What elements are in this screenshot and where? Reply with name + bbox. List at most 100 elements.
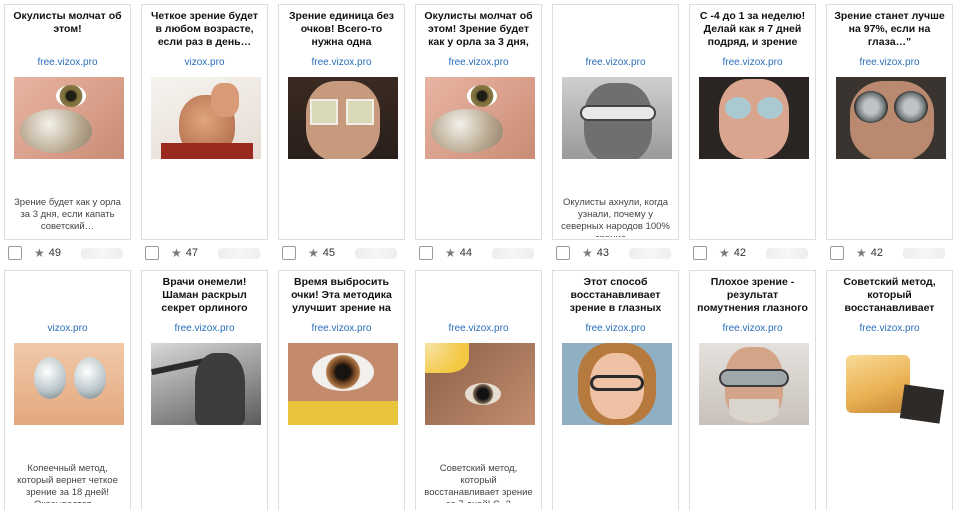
- ad-card[interactable]: free.vizox.pro Окулисты ахнули, когда узн…: [552, 4, 679, 240]
- ad-description[interactable]: Копеечный метод, который вернет четкое з…: [11, 463, 124, 503]
- select-checkbox[interactable]: [830, 246, 844, 260]
- ad-description[interactable]: [422, 197, 535, 237]
- thumbnail-shape: [584, 83, 652, 159]
- ad-domain-link[interactable]: free.vizox.pro: [553, 323, 678, 335]
- ad-description[interactable]: [696, 197, 809, 237]
- select-checkbox[interactable]: [8, 246, 22, 260]
- ad-domain-link[interactable]: free.vizox.pro: [416, 323, 541, 335]
- thumbnail-shape: [725, 97, 751, 119]
- thumbnail-shape: [465, 383, 501, 405]
- ad-grid: Окулисты молчат об этом! free.vizox.pro Зр…: [4, 4, 953, 510]
- ad-domain-link[interactable]: vizox.pro: [5, 323, 130, 335]
- rating-count: 42: [733, 247, 747, 259]
- ad-thumbnail[interactable]: [288, 343, 398, 425]
- ad-title[interactable]: [11, 276, 124, 316]
- ad-card[interactable]: С -4 до 1 за неделю! Делай как я 7 дней …: [689, 4, 816, 240]
- ad-card[interactable]: Окулисты молчат об этом! Зрение будет ка…: [415, 4, 542, 240]
- blurred-label: [218, 247, 261, 259]
- thumbnail-shape: [161, 143, 253, 159]
- ad-title[interactable]: [422, 276, 535, 316]
- ad-card[interactable]: vizox.pro Копеечный метод, который вернет…: [4, 270, 131, 510]
- ad-domain-link[interactable]: free.vizox.pro: [416, 57, 541, 69]
- card-footer: ★ 47: [141, 242, 268, 264]
- ad-title[interactable]: Этот способ восстанавливает зрение в гла…: [559, 276, 672, 316]
- ad-card[interactable]: Время выбросить очки! Эта методика улучш…: [278, 270, 405, 510]
- ad-domain-link[interactable]: free.vizox.pro: [827, 57, 952, 69]
- star-icon: ★: [308, 246, 319, 260]
- ad-title[interactable]: Окулисты молчат об этом! Зрение будет ка…: [422, 10, 535, 50]
- ad-description[interactable]: Советский метод, который восстанавливает…: [422, 463, 535, 503]
- ad-description[interactable]: [559, 463, 672, 503]
- ad-title[interactable]: [559, 10, 672, 50]
- thumbnail-shape: [580, 105, 656, 121]
- ad-title[interactable]: Четкое зрение будет в любом возрасте, ес…: [148, 10, 261, 50]
- ad-thumbnail[interactable]: [14, 343, 124, 425]
- rating-count: 44: [459, 247, 473, 259]
- ad-description[interactable]: [696, 463, 809, 503]
- ad-description[interactable]: [148, 463, 261, 503]
- ad-thumbnail[interactable]: [699, 343, 809, 425]
- ad-domain-link[interactable]: vizox.pro: [142, 57, 267, 69]
- ad-row: vizox.pro Копеечный метод, который вернет…: [4, 270, 953, 510]
- ad-description[interactable]: [833, 197, 946, 237]
- ad-thumbnail[interactable]: [699, 77, 809, 159]
- ad-title[interactable]: Время выбросить очки! Эта методика улучш…: [285, 276, 398, 316]
- ad-card[interactable]: Советский метод, который восстанавливает…: [826, 270, 953, 510]
- ad-thumbnail[interactable]: [425, 343, 535, 425]
- select-checkbox[interactable]: [145, 246, 159, 260]
- ad-card[interactable]: Окулисты молчат об этом! free.vizox.pro Зр…: [4, 4, 131, 240]
- ad-description[interactable]: [833, 463, 946, 503]
- ad-thumbnail[interactable]: [151, 77, 261, 159]
- rating-count: 47: [185, 247, 199, 259]
- ad-title[interactable]: Плохое зрение - результат помутнения гла…: [696, 276, 809, 316]
- select-checkbox[interactable]: [556, 246, 570, 260]
- ad-description[interactable]: Окулисты ахнули, когда узнали, почему у …: [559, 197, 672, 237]
- ad-card[interactable]: Этот способ восстанавливает зрение в гла…: [552, 270, 679, 510]
- ad-title[interactable]: Врачи онемели! Шаман раскрыл секрет орли…: [148, 276, 261, 316]
- ad-card[interactable]: Четкое зрение будет в любом возрасте, ес…: [141, 4, 268, 240]
- select-checkbox[interactable]: [419, 246, 433, 260]
- ad-title[interactable]: Советский метод, который восстанавливает: [833, 276, 946, 316]
- thumbnail-shape: [56, 85, 86, 107]
- ad-domain-link[interactable]: free.vizox.pro: [690, 323, 815, 335]
- ad-description[interactable]: [285, 197, 398, 237]
- thumbnail-shape: [425, 343, 469, 373]
- ad-thumbnail[interactable]: [562, 343, 672, 425]
- ad-domain-link[interactable]: free.vizox.pro: [553, 57, 678, 69]
- ad-card[interactable]: Зрение единица без очков! Всего-то нужна…: [278, 4, 405, 240]
- ad-domain-link[interactable]: free.vizox.pro: [279, 57, 404, 69]
- ad-description[interactable]: Зрение будет как у орла за 3 дня, если к…: [11, 197, 124, 237]
- thumbnail-shape: [899, 384, 945, 424]
- ad-thumbnail[interactable]: [836, 77, 946, 159]
- ad-title[interactable]: Окулисты молчат об этом!: [11, 10, 124, 50]
- ad-thumbnail[interactable]: [14, 77, 124, 159]
- select-checkbox[interactable]: [693, 246, 707, 260]
- ad-thumbnail[interactable]: [562, 77, 672, 159]
- ad-card[interactable]: free.vizox.pro Советский метод, который в…: [415, 270, 542, 510]
- ad-title[interactable]: Зрение единица без очков! Всего-то нужна…: [285, 10, 398, 50]
- ad-domain-link[interactable]: free.vizox.pro: [5, 57, 130, 69]
- ad-card[interactable]: Плохое зрение - результат помутнения гла…: [689, 270, 816, 510]
- ad-description[interactable]: [285, 463, 398, 503]
- ad-title[interactable]: С -4 до 1 за неделю! Делай как я 7 дней …: [696, 10, 809, 50]
- ad-card[interactable]: Врачи онемели! Шаман раскрыл секрет орли…: [141, 270, 268, 510]
- thumbnail-shape: [846, 355, 910, 413]
- ad-domain-link[interactable]: free.vizox.pro: [690, 57, 815, 69]
- ad-thumbnail[interactable]: [151, 343, 261, 425]
- blurred-label: [355, 247, 398, 259]
- ad-domain-link[interactable]: free.vizox.pro: [827, 323, 952, 335]
- thumbnail-shape: [729, 399, 779, 423]
- star-icon: ★: [582, 246, 593, 260]
- ad-thumbnail[interactable]: [425, 77, 535, 159]
- ad-description[interactable]: [148, 197, 261, 237]
- thumbnail-shape: [590, 375, 644, 391]
- ad-thumbnail[interactable]: [288, 77, 398, 159]
- ad-domain-link[interactable]: free.vizox.pro: [142, 323, 267, 335]
- ad-title[interactable]: Зрение станет лучше на 97%, если на глаз…: [833, 10, 946, 50]
- ad-card[interactable]: Зрение станет лучше на 97%, если на глаз…: [826, 4, 953, 240]
- card-footer: ★ 45: [278, 242, 405, 264]
- ad-thumbnail[interactable]: [836, 343, 946, 425]
- thumbnail-shape: [310, 99, 338, 125]
- ad-domain-link[interactable]: free.vizox.pro: [279, 323, 404, 335]
- select-checkbox[interactable]: [282, 246, 296, 260]
